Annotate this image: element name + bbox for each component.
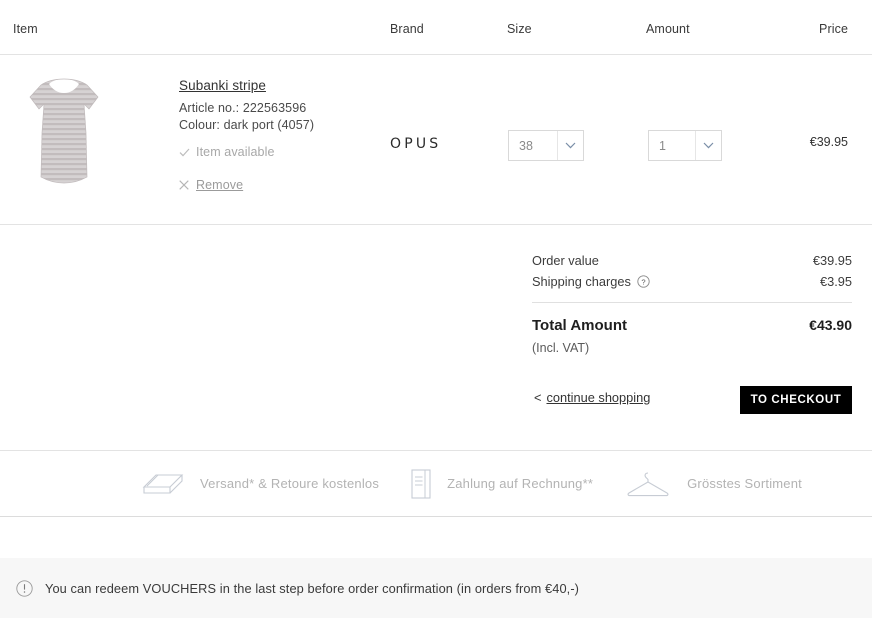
product-info: Subanki stripe Article no.: 222563596 Co…: [179, 77, 379, 192]
hanger-icon: [623, 469, 673, 499]
column-header-item: Item: [13, 22, 38, 36]
voucher-notice-text: You can redeem VOUCHERS in the last step…: [45, 580, 580, 596]
cart-table-header: Item Brand Size Amount Price: [0, 0, 872, 55]
shipping-charges-label: Shipping charges: [532, 274, 631, 289]
column-header-brand: Brand: [390, 22, 424, 36]
amount-select-value: 1: [659, 138, 666, 153]
box-icon: [140, 469, 186, 499]
remove-item-button[interactable]: Remove: [179, 178, 379, 192]
page-bottom-divider: [0, 516, 872, 517]
shipping-charges-amount: €3.95: [819, 274, 852, 289]
cart-actions: < continue shopping TO CHECKOUT: [532, 386, 852, 416]
service-assortment: Grösstes Sortiment: [623, 469, 802, 499]
service-invoice-label: Zahlung auf Rechnung**: [447, 476, 594, 491]
service-shipping-label: Versand* & Retoure kostenlos: [200, 476, 380, 491]
service-shipping: Versand* & Retoure kostenlos: [140, 469, 379, 499]
total-amount-value: €43.90: [809, 317, 852, 333]
order-value-row: Order value €39.95: [532, 250, 852, 271]
total-amount-label: Total Amount: [532, 317, 627, 334]
vat-note: (Incl. VAT): [532, 341, 590, 355]
brand-logo-opus: OPUS: [390, 136, 442, 152]
column-header-price: Price: [819, 22, 848, 36]
size-select-value: 38: [519, 138, 533, 153]
order-value-label: Order value: [532, 253, 599, 268]
svg-text:?: ?: [641, 277, 645, 286]
availability-label: Item available: [196, 145, 275, 159]
product-colour: Colour: dark port (4057): [179, 118, 315, 132]
shopping-cart-page: Item Brand Size Amount Price Subanki str…: [0, 0, 872, 638]
chevron-down-icon: [557, 131, 583, 160]
shipping-charges-row: Shipping charges ? €3.95: [532, 271, 852, 292]
item-price: €39.95: [809, 135, 848, 149]
amount-select-box[interactable]: 1: [648, 130, 722, 161]
cart-item-row: Subanki stripe Article no.: 222563596 Co…: [0, 55, 872, 225]
continue-shopping-label: continue shopping: [546, 390, 651, 405]
remove-label: Remove: [196, 178, 244, 192]
order-summary: Order value €39.95 Shipping charges ? €3…: [532, 250, 852, 355]
service-invoice: Zahlung auf Rechnung**: [409, 468, 593, 500]
size-select[interactable]: 38: [508, 130, 584, 161]
column-header-amount: Amount: [646, 22, 690, 36]
availability-status: Item available: [179, 145, 379, 159]
shipping-charges-label-group: Shipping charges ?: [532, 274, 650, 289]
close-icon: [179, 180, 189, 190]
product-thumbnail[interactable]: [22, 73, 106, 190]
column-header-size: Size: [507, 22, 532, 36]
continue-shopping-link[interactable]: < continue shopping: [534, 390, 650, 405]
info-icon: [16, 579, 33, 597]
service-assortment-label: Grösstes Sortiment: [687, 476, 802, 491]
size-select-box[interactable]: 38: [508, 130, 584, 161]
voucher-notice: You can redeem VOUCHERS in the last step…: [0, 558, 872, 618]
chevron-left-icon: <: [534, 390, 542, 405]
total-amount-row: Total Amount €43.90: [532, 317, 852, 334]
check-icon: [179, 148, 190, 157]
service-benefits-bar: Versand* & Retoure kostenlos Zahlung auf…: [0, 451, 872, 516]
chevron-down-icon: [695, 131, 721, 160]
product-article-number: Article no.: 222563596: [179, 101, 307, 115]
order-value-amount: €39.95: [812, 253, 852, 268]
help-icon[interactable]: ?: [637, 275, 650, 288]
product-title-link[interactable]: Subanki stripe: [179, 78, 266, 93]
invoice-icon: [409, 468, 433, 500]
to-checkout-button[interactable]: TO CHECKOUT: [740, 386, 852, 414]
amount-select[interactable]: 1: [648, 130, 722, 161]
summary-divider: [532, 302, 852, 303]
